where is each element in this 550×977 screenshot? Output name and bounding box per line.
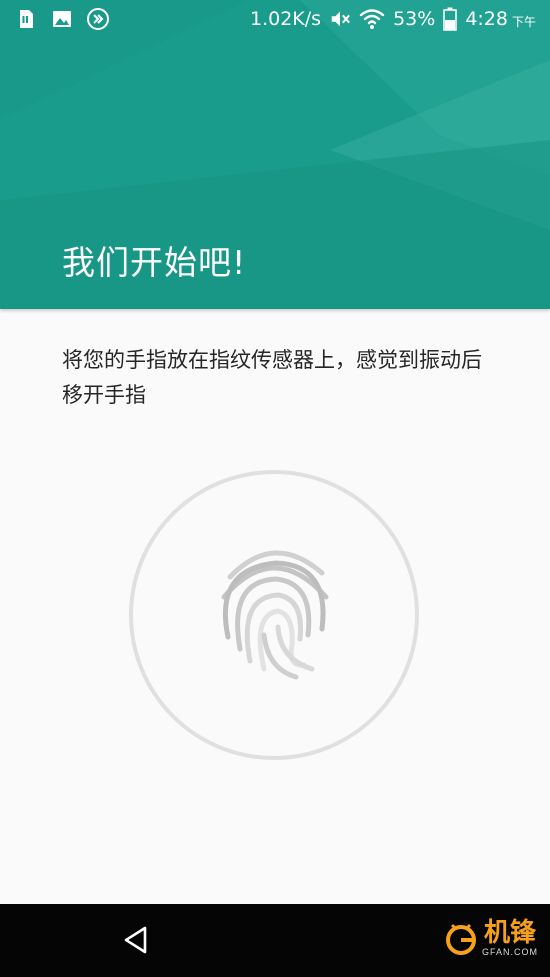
watermark-subtitle: GFAN.COM [481, 947, 538, 957]
status-bar: 1.02K/s 53% 4:28 下午 [0, 0, 550, 38]
battery-percent: 53% [393, 8, 436, 30]
battery-icon [443, 7, 458, 31]
double-chevron-icon [87, 8, 109, 30]
network-speed: 1.02K/s [250, 8, 322, 30]
fingerprint-icon [221, 550, 329, 680]
instruction-text: 将您的手指放在指纹传感器上，感觉到振动后移开手指 [62, 348, 482, 407]
clock-ampm: 下午 [511, 14, 536, 29]
clock-time: 4:28 [465, 8, 508, 30]
back-triangle-icon[interactable] [119, 922, 155, 958]
gfan-logo-icon [445, 923, 476, 955]
fingerprint-sensor-graphic [129, 470, 419, 760]
wifi-icon [359, 9, 385, 29]
gfan-watermark: 机锋 GFAN.COM [444, 920, 538, 957]
watermark-text-block: 机锋 GFAN.COM [482, 920, 538, 957]
mute-icon [331, 11, 351, 27]
watermark-title: 机锋 [483, 918, 536, 948]
image-icon [53, 11, 71, 27]
notification-icons [14, 7, 110, 31]
sensor-ring-icon [129, 470, 419, 760]
sim-card-icon [20, 10, 33, 28]
status-indicators: 1.02K/s 53% 4:28 下午 [250, 6, 536, 32]
page-title: 我们开始吧! [62, 243, 247, 282]
header-banner: 1.02K/s 53% 4:28 下午 我们开始吧! [0, 0, 550, 309]
navigation-bar: 机锋 GFAN.COM [0, 904, 550, 977]
